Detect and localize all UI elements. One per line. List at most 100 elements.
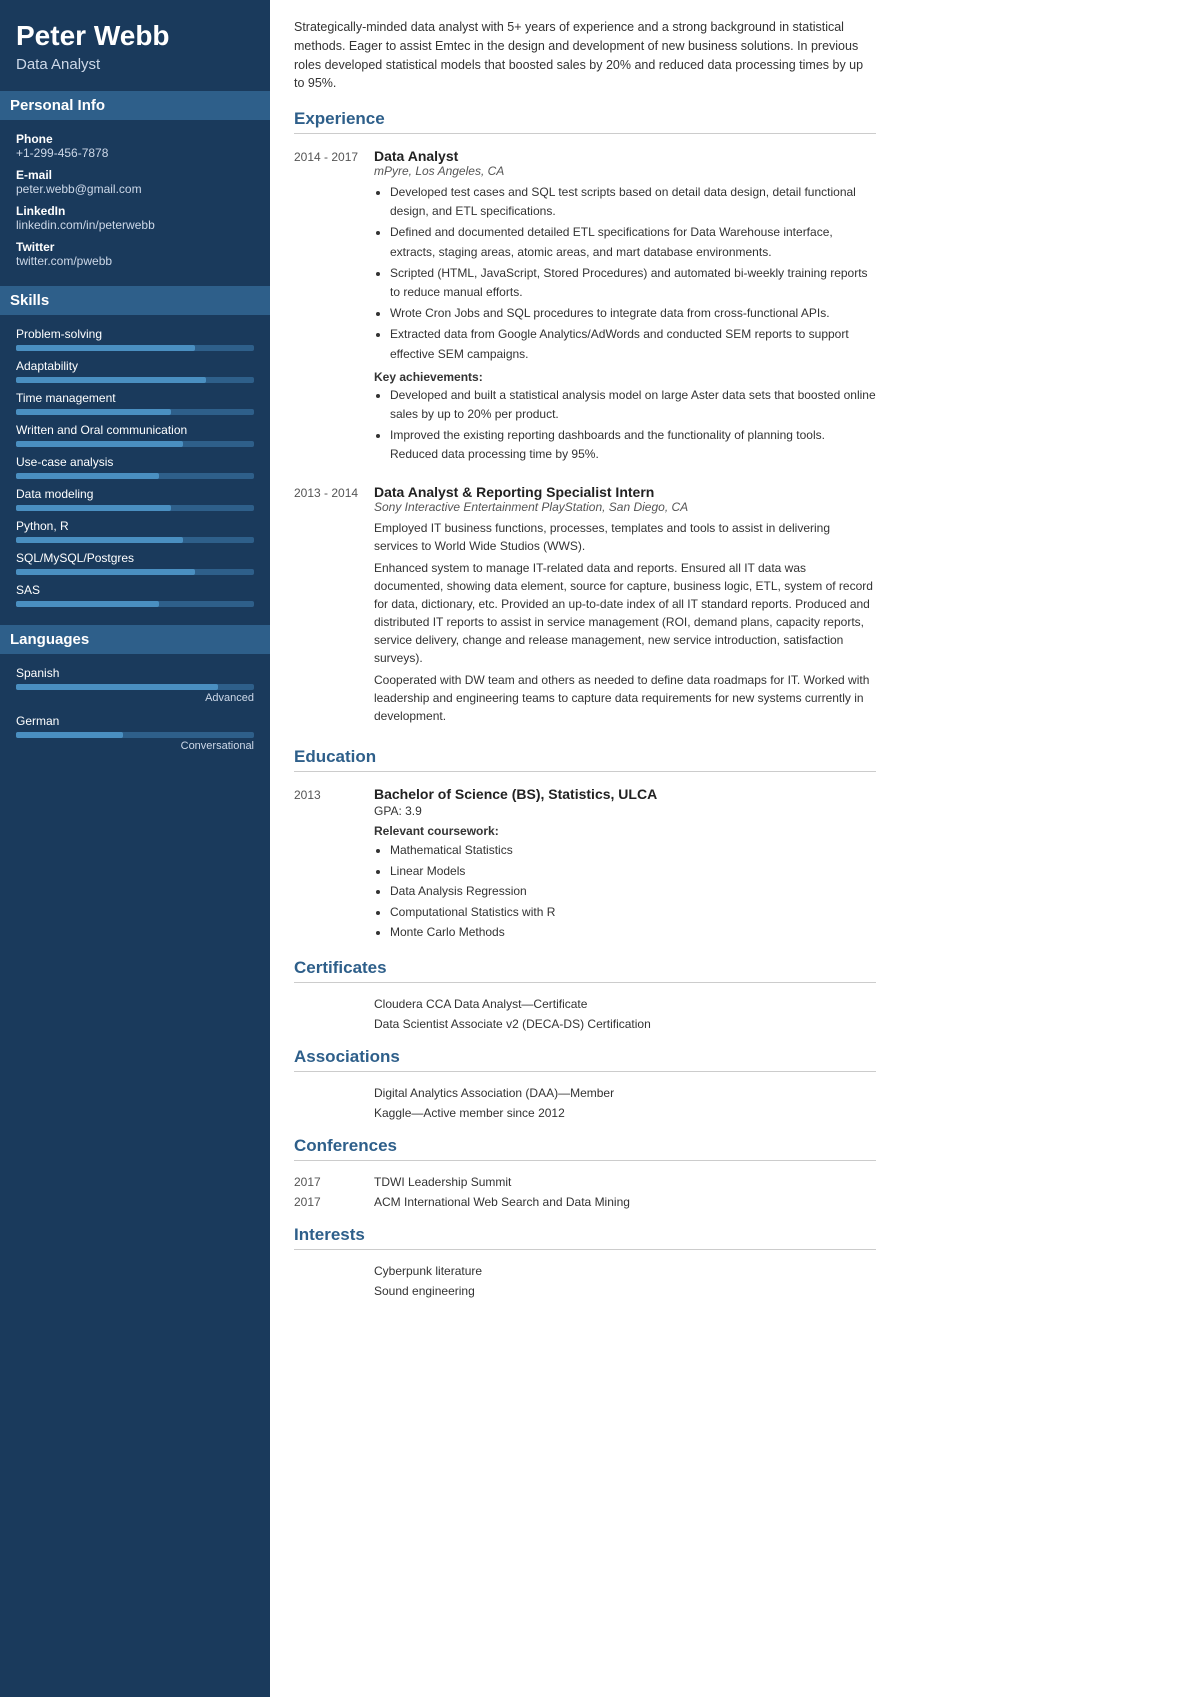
email-value: peter.webb@gmail.com (16, 182, 254, 196)
certificates-title: Certificates (294, 958, 876, 983)
education-list: 2013 Bachelor of Science (BS), Statistic… (294, 786, 876, 942)
skill-bar-bg (16, 537, 254, 543)
assoc-text: Digital Analytics Association (DAA)—Memb… (374, 1086, 614, 1100)
exp-bullets: Developed test cases and SQL test script… (374, 183, 876, 364)
experience-section: Experience 2014 - 2017 Data Analyst mPyr… (294, 109, 876, 729)
skill-bar-fill (16, 601, 159, 607)
exp-detail: Data Analyst mPyre, Los Angeles, CA Deve… (374, 148, 876, 466)
sidebar-title: Data Analyst (16, 56, 254, 73)
interest-text: Sound engineering (374, 1284, 475, 1298)
interests-list: Cyberpunk literature Sound engineering (294, 1264, 876, 1298)
phone-value: +1-299-456-7878 (16, 146, 254, 160)
skill-item: Python, R (16, 519, 254, 543)
skill-name: SQL/MySQL/Postgres (16, 551, 254, 565)
conf-name: TDWI Leadership Summit (374, 1175, 511, 1189)
cert-spacer (294, 1017, 374, 1031)
associations-list: Digital Analytics Association (DAA)—Memb… (294, 1086, 876, 1120)
conf-name: ACM International Web Search and Data Mi… (374, 1195, 630, 1209)
exp-bullet: Defined and documented detailed ETL spec… (390, 223, 876, 261)
exp-bullet: Extracted data from Google Analytics/AdW… (390, 325, 876, 363)
skill-name: Python, R (16, 519, 254, 533)
exp-paragraph: Enhanced system to manage IT-related dat… (374, 559, 876, 667)
skills-section: Skills Problem-solving Adaptability Time… (16, 286, 254, 607)
skill-name: Problem-solving (16, 327, 254, 341)
skill-bar-bg (16, 601, 254, 607)
skill-item: Use-case analysis (16, 455, 254, 479)
lang-name: Spanish (16, 666, 254, 680)
exp-paragraph: Employed IT business functions, processe… (374, 519, 876, 555)
exp-company: Sony Interactive Entertainment PlayStati… (374, 500, 876, 514)
skill-bar-fill (16, 345, 195, 351)
skill-bar-bg (16, 505, 254, 511)
edu-date: 2013 (294, 786, 374, 942)
education-entry: 2013 Bachelor of Science (BS), Statistic… (294, 786, 876, 942)
achievement-item: Developed and built a statistical analys… (390, 386, 876, 424)
association-entry: Kaggle—Active member since 2012 (294, 1106, 876, 1120)
achievements-list: Developed and built a statistical analys… (374, 386, 876, 465)
lang-level: Conversational (16, 740, 254, 752)
twitter-label: Twitter (16, 240, 254, 254)
interests-title: Interests (294, 1225, 876, 1250)
lang-bar-fill (16, 684, 218, 690)
phone-label: Phone (16, 132, 254, 146)
course-item: Mathematical Statistics (390, 840, 876, 860)
experience-list: 2014 - 2017 Data Analyst mPyre, Los Ange… (294, 148, 876, 729)
exp-job-title: Data Analyst (374, 148, 876, 164)
skill-item: Time management (16, 391, 254, 415)
twitter-value: twitter.com/pwebb (16, 254, 254, 268)
skill-name: Use-case analysis (16, 455, 254, 469)
skill-item: Adaptability (16, 359, 254, 383)
exp-company: mPyre, Los Angeles, CA (374, 164, 876, 178)
assoc-text: Kaggle—Active member since 2012 (374, 1106, 565, 1120)
skill-bar-bg (16, 473, 254, 479)
email-label: E-mail (16, 168, 254, 182)
interest-entry: Cyberpunk literature (294, 1264, 876, 1278)
edu-detail: Bachelor of Science (BS), Statistics, UL… (374, 786, 876, 942)
languages-list: Spanish Advanced German Conversational (16, 666, 254, 752)
skill-name: Time management (16, 391, 254, 405)
skill-bar-bg (16, 569, 254, 575)
education-section: Education 2013 Bachelor of Science (BS),… (294, 747, 876, 942)
linkedin-value: linkedin.com/in/peterwebb (16, 218, 254, 232)
interests-section: Interests Cyberpunk literature Sound eng… (294, 1225, 876, 1298)
lang-bar-fill (16, 732, 123, 738)
course-item: Data Analysis Regression (390, 881, 876, 901)
experience-entry: 2013 - 2014 Data Analyst & Reporting Spe… (294, 484, 876, 729)
skill-bar-fill (16, 537, 183, 543)
skill-item: Written and Oral communication (16, 423, 254, 447)
skill-item: SAS (16, 583, 254, 607)
lang-level: Advanced (16, 692, 254, 704)
skill-bar-fill (16, 377, 206, 383)
skill-bar-fill (16, 505, 171, 511)
coursework-label: Relevant coursework: (374, 824, 876, 838)
skill-name: SAS (16, 583, 254, 597)
exp-job-title: Data Analyst & Reporting Specialist Inte… (374, 484, 876, 500)
linkedin-label: LinkedIn (16, 204, 254, 218)
main-content: Strategically-minded data analyst with 5… (270, 0, 900, 1697)
education-title: Education (294, 747, 876, 772)
languages-section-title: Languages (0, 625, 270, 654)
sidebar-name: Peter Webb (16, 20, 254, 52)
skill-item: Problem-solving (16, 327, 254, 351)
interest-spacer (294, 1264, 374, 1278)
assoc-spacer (294, 1106, 374, 1120)
skill-bar-bg (16, 377, 254, 383)
resume-container: Peter Webb Data Analyst Personal Info Ph… (0, 0, 900, 1697)
key-achievements-label: Key achievements: (374, 370, 876, 384)
personal-info-section-title: Personal Info (0, 91, 270, 120)
skill-bar-bg (16, 441, 254, 447)
certificate-entry: Cloudera CCA Data Analyst—Certificate (294, 997, 876, 1011)
summary-text: Strategically-minded data analyst with 5… (294, 18, 876, 93)
skill-bar-fill (16, 441, 183, 447)
exp-bullet: Wrote Cron Jobs and SQL procedures to in… (390, 304, 876, 323)
interest-spacer (294, 1284, 374, 1298)
language-item: German Conversational (16, 714, 254, 752)
exp-bullet: Developed test cases and SQL test script… (390, 183, 876, 221)
skill-bar-bg (16, 409, 254, 415)
lang-bar-bg (16, 732, 254, 738)
cert-spacer (294, 997, 374, 1011)
course-item: Monte Carlo Methods (390, 922, 876, 942)
lang-bar-bg (16, 684, 254, 690)
cert-text: Cloudera CCA Data Analyst—Certificate (374, 997, 587, 1011)
association-entry: Digital Analytics Association (DAA)—Memb… (294, 1086, 876, 1100)
